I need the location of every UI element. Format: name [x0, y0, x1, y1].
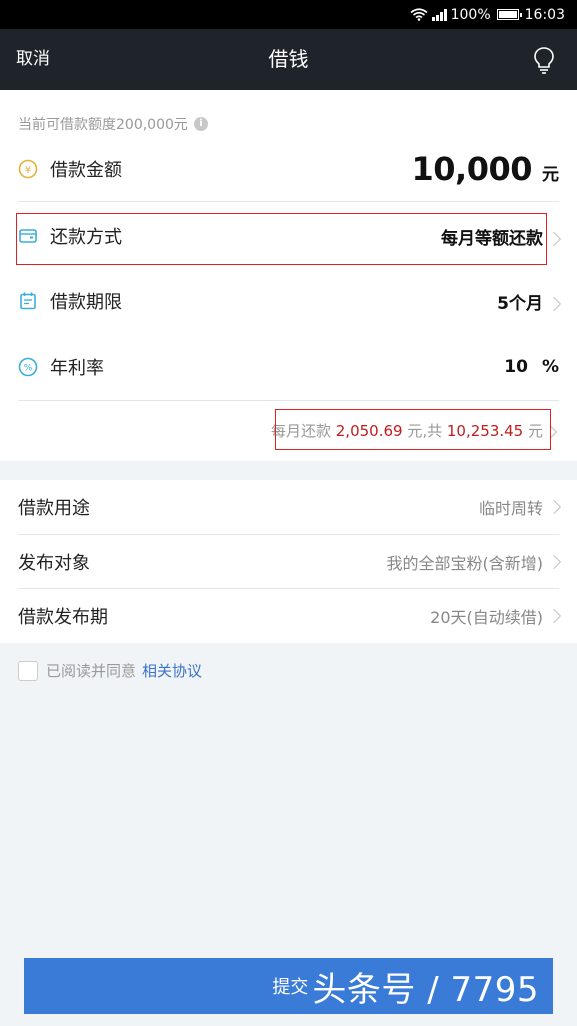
- term-row[interactable]: 借款期限 5个月: [18, 277, 562, 325]
- publish-period-value[interactable]: 20天(自动续借): [430, 604, 562, 628]
- purpose-text: 临时周转: [478, 499, 543, 518]
- purpose-label: 借款用途: [18, 498, 90, 519]
- signal-icon: [431, 8, 447, 21]
- amount-unit: 元: [542, 165, 559, 185]
- agreement: 已阅读并同意 相关协议: [18, 660, 202, 681]
- chevron-right-icon: [546, 554, 562, 570]
- amount-number: 10,000: [411, 150, 533, 188]
- lightbulb-icon[interactable]: [533, 46, 555, 74]
- percent-icon: %: [18, 357, 38, 377]
- page-title: 借钱: [268, 47, 309, 71]
- divider: [18, 400, 559, 401]
- publish-period-text: 20天(自动续借): [430, 608, 543, 627]
- title-bar: 取消 借钱: [0, 29, 577, 90]
- rate-row[interactable]: % 年利率 10 %: [18, 343, 559, 391]
- quota-text: 当前可借款额度200,000元: [18, 117, 188, 133]
- watermark-text: 头条号 / 7795: [312, 969, 539, 1010]
- agreement-text: 已阅读并同意: [46, 662, 137, 680]
- rate-value[interactable]: 10 %: [504, 357, 559, 377]
- rate-unit: %: [541, 357, 559, 377]
- term-text: 5个月: [497, 293, 543, 314]
- quota-info: 当前可借款额度200,000元 i: [18, 114, 208, 134]
- battery-icon: [496, 9, 522, 20]
- divider: [18, 201, 559, 202]
- chevron-right-icon: [546, 499, 562, 515]
- purpose-value[interactable]: 临时周转: [478, 495, 562, 519]
- rate-label: 年利率: [50, 358, 104, 379]
- submit-label: 提交: [272, 977, 309, 998]
- audience-value[interactable]: 我的全部宝粉(含新增): [386, 550, 562, 574]
- publish-period-row[interactable]: 借款发布期 20天(自动续借): [18, 589, 562, 643]
- chevron-right-icon: [546, 231, 562, 246]
- amount-row[interactable]: ¥ 借款金额 10,000 元: [18, 145, 559, 193]
- audience-text: 我的全部宝粉(含新增): [386, 554, 544, 573]
- battery-percent: 100%: [450, 6, 491, 23]
- audience-row[interactable]: 发布对象 我的全部宝粉(含新增): [18, 535, 562, 589]
- agree-checkbox[interactable]: [18, 660, 38, 681]
- svg-text:%: %: [24, 364, 33, 374]
- publish-period-label: 借款发布期: [18, 607, 108, 628]
- chevron-right-icon: [546, 608, 562, 624]
- highlight-box: [275, 409, 551, 450]
- info-icon[interactable]: i: [193, 117, 208, 131]
- calendar-icon: [18, 291, 38, 311]
- status-bar: 100% 16:03: [0, 0, 577, 29]
- highlight-box: [16, 213, 547, 265]
- svg-text:¥: ¥: [25, 165, 31, 176]
- submit-button[interactable]: 提交 头条号 / 7795: [24, 958, 553, 1014]
- purpose-row[interactable]: 借款用途 临时周转: [18, 480, 562, 534]
- wifi-icon: [410, 8, 428, 21]
- amount-value[interactable]: 10,000 元: [412, 150, 559, 188]
- term-label: 借款期限: [50, 292, 122, 313]
- agreement-link[interactable]: 相关协议: [142, 660, 202, 681]
- clock: 16:03: [524, 6, 565, 23]
- amount-label: 借款金额: [50, 160, 122, 181]
- yen-coin-icon: ¥: [18, 159, 38, 179]
- rate-number: 10: [504, 357, 528, 377]
- term-value[interactable]: 5个月: [497, 289, 562, 314]
- chevron-right-icon: [546, 296, 562, 311]
- audience-label: 发布对象: [18, 553, 90, 574]
